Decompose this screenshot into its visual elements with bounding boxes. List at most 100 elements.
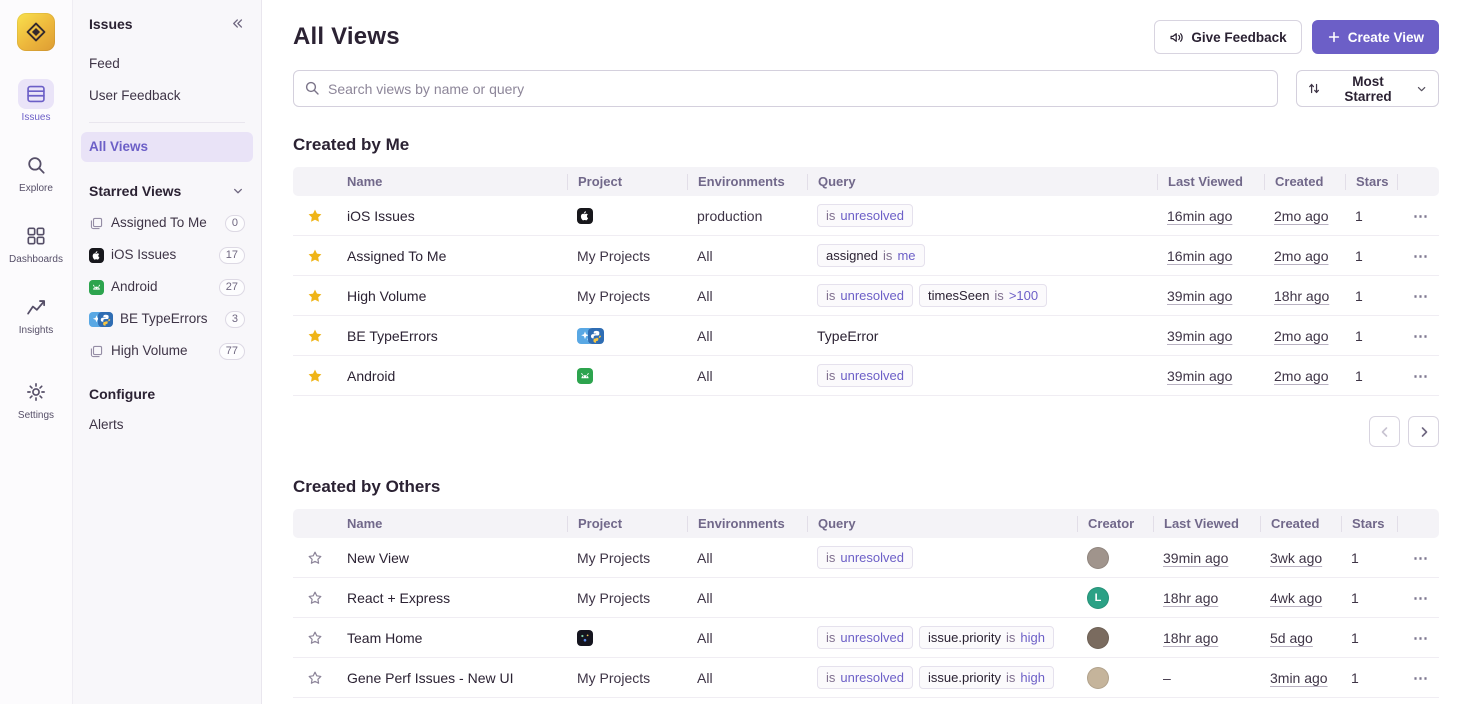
table-row[interactable]: Team HomeAllis unresolvedissue.priority … (293, 618, 1439, 658)
view-name-link[interactable]: High Volume (347, 288, 426, 304)
prev-page-button[interactable] (1369, 416, 1400, 447)
query-cell: is unresolved (807, 546, 1077, 569)
rail-item-settings[interactable]: Settings (18, 377, 54, 421)
table-row[interactable]: React + ExpressMy ProjectsAllL18hr ago4w… (293, 578, 1439, 618)
sidebar-item-high-volume[interactable]: High Volume77 (81, 336, 253, 366)
sidebar-starred-list: Assigned To Me 0 iOS Issues17Android27BE T… (73, 208, 261, 368)
python-project-icon (588, 328, 604, 344)
star-outline-icon[interactable] (307, 630, 323, 646)
star-filled-icon[interactable] (307, 248, 323, 264)
star-outline-icon[interactable] (307, 670, 323, 686)
sort-button[interactable]: Most Starred (1296, 70, 1439, 107)
give-feedback-button[interactable]: Give Feedback (1154, 20, 1301, 54)
rail-item-dashboards[interactable]: Dashboards (9, 221, 63, 265)
last-viewed-cell: 18hr ago (1153, 590, 1260, 606)
view-name-link[interactable]: React + Express (347, 590, 450, 606)
apple-project-icon (577, 208, 593, 224)
count-badge: 0 (225, 215, 245, 232)
table-row[interactable]: High VolumeMy ProjectsAllis unresolvedti… (293, 276, 1439, 316)
collapse-sidebar-button[interactable] (228, 14, 247, 33)
table-row[interactable]: AndroidAllis unresolved39min ago2mo ago1… (293, 356, 1439, 396)
column-header-last-viewed: Last Viewed (1157, 174, 1264, 190)
stars-count-cell: 1 (1345, 368, 1397, 384)
sidebar-item-be-typeerrors[interactable]: BE TypeErrors3 (81, 304, 253, 334)
stars-count-cell: 1 (1345, 328, 1397, 344)
issues-icon (18, 79, 54, 109)
sidebar-item-assigned-to-me[interactable]: Assigned To Me 0 (81, 208, 253, 238)
star-filled-icon[interactable] (307, 368, 323, 384)
view-name-link[interactable]: Android (347, 368, 395, 384)
created-by-others-title: Created by Others (293, 477, 1439, 497)
table-row[interactable]: Assigned To MeMy ProjectsAllassigned is … (293, 236, 1439, 276)
view-name-link[interactable]: iOS Issues (347, 208, 415, 224)
view-name-link[interactable]: New View (347, 550, 409, 566)
row-actions-button[interactable]: ⋯ (1407, 587, 1435, 609)
view-name-link[interactable]: Team Home (347, 630, 422, 646)
view-name-link[interactable]: Assigned To Me (347, 248, 446, 264)
star-filled-icon[interactable] (307, 288, 323, 304)
creator-avatar (1087, 627, 1109, 649)
row-actions-button[interactable]: ⋯ (1407, 205, 1435, 227)
main-content: All Views Give Feedback Create View (262, 0, 1471, 704)
project-cell: My Projects (567, 670, 687, 686)
view-stack-icon (89, 344, 104, 359)
search-input[interactable] (293, 70, 1278, 107)
column-header-empty (293, 174, 337, 190)
row-actions-button[interactable]: ⋯ (1407, 667, 1435, 689)
creator-cell: L (1077, 587, 1153, 609)
view-name-link[interactable]: Gene Perf Issues - New UI (347, 670, 514, 686)
stars-count-cell: 1 (1345, 248, 1397, 264)
sidebar-item-all-views[interactable]: All Views (81, 132, 253, 162)
rail-item-issues[interactable]: Issues (18, 79, 54, 123)
last-viewed-cell: 39min ago (1157, 328, 1264, 344)
query-chip: is unresolved (817, 364, 913, 387)
row-actions-button[interactable]: ⋯ (1407, 365, 1435, 387)
table-row[interactable]: iOS Issuesproductionis unresolved16min a… (293, 196, 1439, 236)
sidebar-item-label: Android (111, 278, 212, 296)
sidebar-item-ios-issues[interactable]: iOS Issues17 (81, 240, 253, 270)
sentry-logo[interactable] (17, 13, 55, 51)
teamhome-project-icon (577, 630, 593, 646)
count-badge: 3 (225, 311, 245, 328)
row-actions-button[interactable]: ⋯ (1407, 285, 1435, 307)
rail-item-explore[interactable]: Explore (18, 150, 54, 194)
star-filled-icon[interactable] (307, 328, 323, 344)
table-row[interactable]: New ViewMy ProjectsAllis unresolved39min… (293, 538, 1439, 578)
sidebar-item-user-feedback[interactable]: User Feedback (81, 81, 253, 111)
create-view-button[interactable]: Create View (1312, 20, 1439, 54)
collapse-starred-button[interactable] (229, 182, 247, 200)
star-filled-icon[interactable] (307, 208, 323, 224)
stars-count-cell: 1 (1341, 670, 1397, 686)
row-actions-button[interactable]: ⋯ (1407, 627, 1435, 649)
stars-count-cell: 1 (1341, 590, 1397, 606)
row-actions-button[interactable]: ⋯ (1407, 245, 1435, 267)
count-badge: 77 (219, 343, 245, 360)
query-cell: is unresolved (807, 204, 1157, 227)
rail-item-insights[interactable]: Insights (18, 292, 54, 336)
project-cell: My Projects (567, 550, 687, 566)
query-chip: is unresolved (817, 546, 913, 569)
rail-item-label: Explore (19, 183, 53, 194)
query-chip: is unresolved (817, 204, 913, 227)
sidebar-item-alerts[interactable]: Alerts (81, 410, 253, 440)
double-chevron-left-icon (230, 16, 245, 31)
plus-icon (1327, 30, 1341, 44)
star-outline-icon[interactable] (307, 550, 323, 566)
sidebar-item-feed[interactable]: Feed (81, 49, 253, 79)
star-outline-icon[interactable] (307, 590, 323, 606)
row-actions-button[interactable]: ⋯ (1407, 325, 1435, 347)
next-page-button[interactable] (1408, 416, 1439, 447)
sidebar-item-android[interactable]: Android27 (81, 272, 253, 302)
project-cell: My Projects (567, 288, 687, 304)
table-row[interactable]: BE TypeErrorsAllTypeError39min ago2mo ag… (293, 316, 1439, 356)
page-header: All Views Give Feedback Create View (293, 0, 1439, 70)
sidebar-item-label: Assigned To Me (111, 214, 218, 232)
created-cell: 2mo ago (1264, 248, 1345, 264)
row-actions-button[interactable]: ⋯ (1407, 547, 1435, 569)
table-row[interactable]: Gene Perf Issues - New UIMy ProjectsAlli… (293, 658, 1439, 698)
others-head: NameProjectEnvironmentsQueryCreatorLast … (293, 509, 1439, 538)
rail-item-label: Dashboards (9, 254, 63, 265)
view-name-link[interactable]: BE TypeErrors (347, 328, 438, 344)
created-cell: 4wk ago (1260, 590, 1341, 606)
environments-cell: All (687, 550, 807, 566)
